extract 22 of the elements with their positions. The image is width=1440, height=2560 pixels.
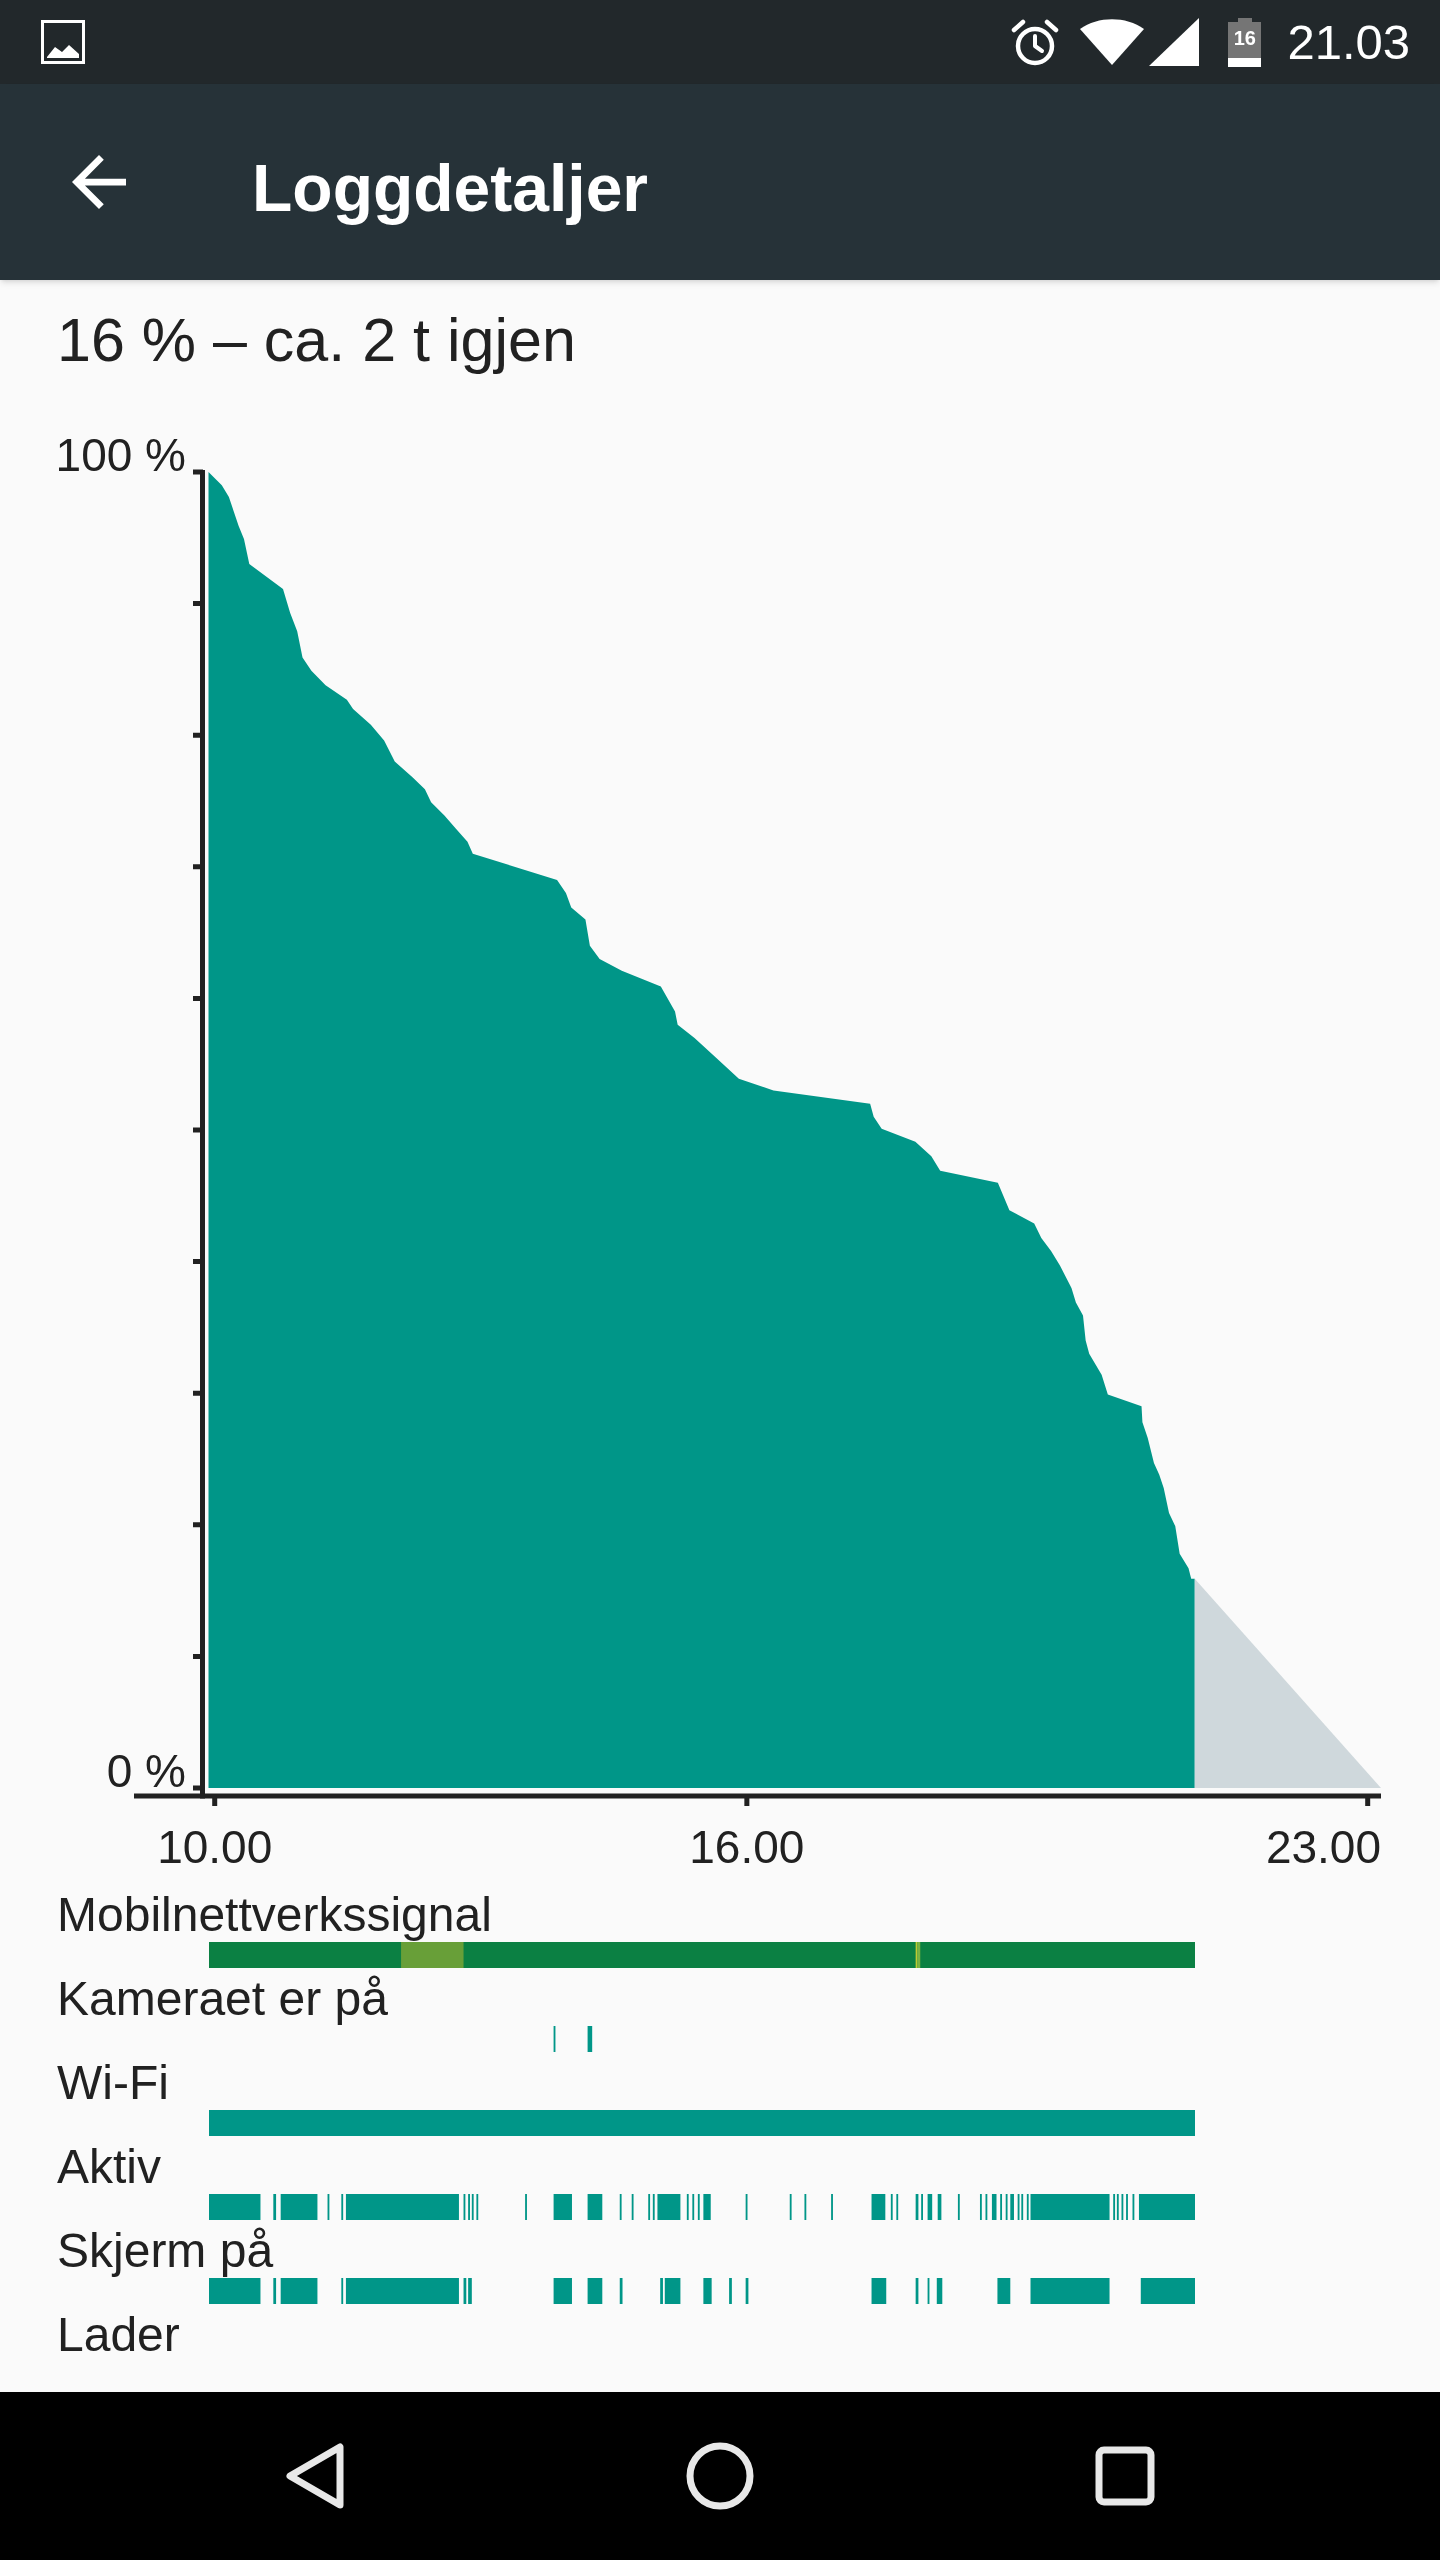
y-axis-label: 0 % — [106, 1745, 186, 1797]
timeline-label: Mobilnettverkssignal — [57, 1891, 492, 1939]
clock-time: 21.03 — [1287, 17, 1410, 67]
image-icon — [41, 20, 85, 64]
alarm-clock-icon — [1010, 17, 1061, 67]
back-triangle-icon[interactable] — [286, 2443, 344, 2509]
timeline-label: Wi-Fi — [57, 2059, 169, 2107]
timeline-label: Skjerm på — [57, 2227, 274, 2275]
wifi-icon — [1080, 19, 1145, 65]
x-axis-label: 16.00 — [689, 1821, 805, 1873]
x-axis-label: 10.00 — [157, 1821, 273, 1873]
battery-indicator: 16 — [1228, 17, 1262, 67]
cell-signal-icon — [1149, 18, 1200, 66]
recents-square-icon[interactable] — [1095, 2446, 1155, 2506]
timeline-label: Lader — [57, 2311, 180, 2359]
back-arrow-icon[interactable] — [72, 155, 126, 209]
camera-timeline-drawing — [553, 2026, 593, 2052]
x-axis-label: 23.00 — [1265, 1821, 1381, 1873]
y-axis-label: 100 % — [55, 429, 186, 481]
timeline-label: Kameraet er på — [57, 1975, 388, 2023]
timeline-label: Aktiv — [57, 2143, 161, 2191]
home-circle-icon[interactable] — [686, 2442, 754, 2510]
